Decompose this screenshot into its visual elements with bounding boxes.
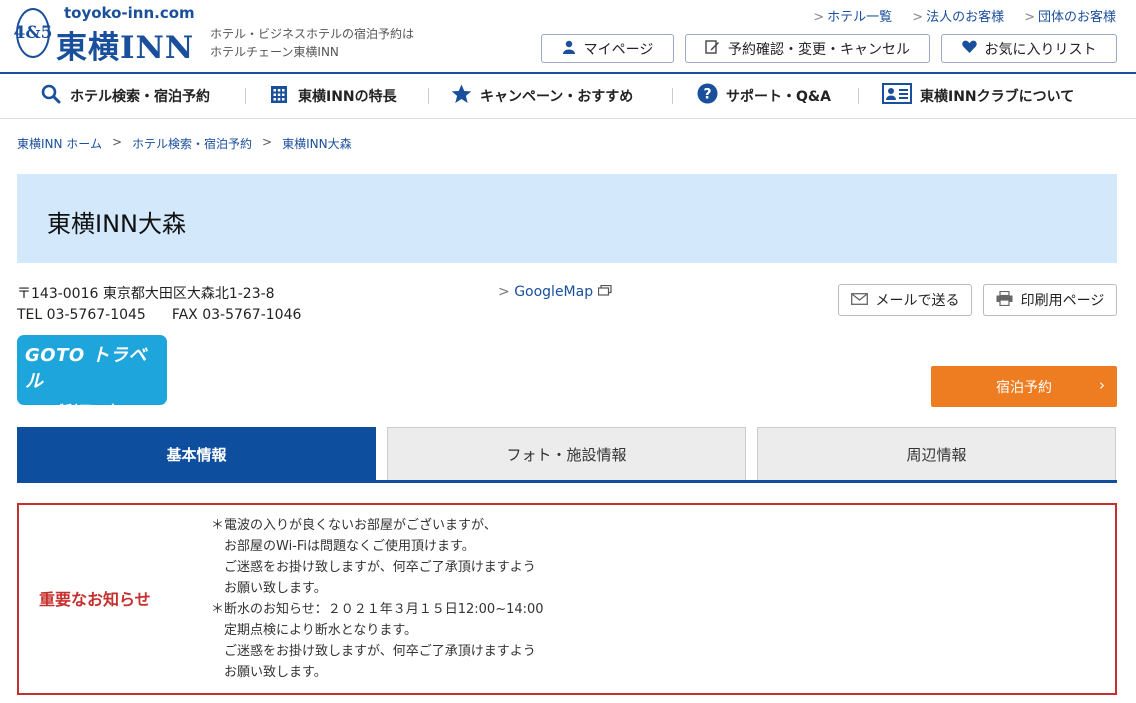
top-link-label: 団体のお客様 xyxy=(1037,10,1116,25)
nav-item-campaign[interactable]: キャンペーン・おすすめ xyxy=(450,84,633,108)
breadcrumb-separator: > xyxy=(262,135,273,149)
mail-icon xyxy=(850,291,868,309)
tab-photo-facilities[interactable]: フォト・施設情報 xyxy=(387,427,746,481)
mypage-label: マイページ xyxy=(583,41,654,58)
booking-manage-button[interactable]: 予約確認・変更・キャンセル xyxy=(685,34,930,63)
notice-line: ＊電波の入りが良くないお部屋がございますが、 xyxy=(211,518,497,533)
member-card-icon xyxy=(882,83,912,109)
notice-label: 重要なお知らせ xyxy=(39,590,151,609)
star-icon xyxy=(450,84,472,109)
hotel-tel: TEL 03-5767-1045 xyxy=(17,307,146,323)
chevron-right-icon: > xyxy=(813,10,825,25)
tab-underline xyxy=(17,480,1117,483)
nav-label: ホテル検索・宿泊予約 xyxy=(70,89,210,105)
tagline-line-2: ホテルチェーン東横INN xyxy=(210,45,339,59)
nav-divider xyxy=(858,88,859,104)
external-window-icon xyxy=(597,284,612,300)
top-link-label: ホテル一覧 xyxy=(827,10,893,25)
page-title: 東横INN大森 xyxy=(47,210,186,238)
logo-domain[interactable]: toyoko-inn.com xyxy=(64,4,195,22)
booking-manage-label: 予約確認・変更・キャンセル xyxy=(728,41,910,58)
tagline-line-1: ホテル・ビジネスホテルの宿泊予約は xyxy=(210,27,415,41)
nav-divider xyxy=(245,88,246,104)
breadcrumb-home[interactable]: 東横INN ホーム xyxy=(17,135,102,152)
hotel-address: 〒143-0016 東京都大田区大森北1-23-8 xyxy=(17,286,275,302)
breadcrumb-hotel-search[interactable]: ホテル検索・宿泊予約 xyxy=(132,135,252,152)
search-icon xyxy=(40,84,62,109)
favorites-label: お気に入りリスト xyxy=(984,41,1097,58)
nav-item-support[interactable]: ? サポート・Q&A xyxy=(696,83,831,109)
question-icon: ? xyxy=(696,83,718,109)
nav-divider xyxy=(672,88,673,104)
chevron-right-icon: > xyxy=(498,284,510,300)
top-link-corporate[interactable]: > 法人のお客様 xyxy=(912,6,1004,25)
nav-item-features[interactable]: 東横INNの特長 xyxy=(268,84,397,108)
nav-item-club[interactable]: 東横INNクラブについて xyxy=(882,83,1075,109)
building-icon xyxy=(268,84,290,109)
reserve-label: 宿泊予約 xyxy=(996,379,1052,396)
tagline: ホテル・ビジネスホテルの宿泊予約は ホテルチェーン東横INN xyxy=(210,25,430,61)
breadcrumb: 東横INN ホーム > ホテル検索・宿泊予約 > 東横INN大森 xyxy=(17,135,352,152)
tab-surroundings[interactable]: 周辺情報 xyxy=(757,427,1116,481)
goto-travel-banner[interactable]: GOTO トラベル ご利用の方へ xyxy=(17,335,167,420)
nav-label: 東横INNクラブについて xyxy=(920,89,1075,105)
send-mail-button[interactable]: メールで送る xyxy=(838,284,972,316)
top-link-hotel-list[interactable]: > ホテル一覧 xyxy=(813,6,892,25)
print-page-button[interactable]: 印刷用ページ xyxy=(983,284,1117,316)
send-mail-label: メールで送る xyxy=(875,293,960,309)
google-map-link[interactable]: > GoogleMap xyxy=(498,284,612,300)
tab-basic-info[interactable]: 基本情報 xyxy=(17,427,376,481)
notice-line: ご迷惑をお掛け致しますが、何卒ご了承頂けますよう xyxy=(211,560,536,575)
google-map-label: GoogleMap xyxy=(514,284,594,300)
hotel-contact: 〒143-0016 東京都大田区大森北1-23-8 TEL 03-5767-10… xyxy=(17,284,301,326)
notice-line: お部屋のWi-Fiは問題なくご使用頂けます。 xyxy=(211,539,475,554)
breadcrumb-current[interactable]: 東横INN大森 xyxy=(282,135,352,152)
nav-label: 東横INNの特長 xyxy=(298,89,397,105)
top-link-label: 法人のお客様 xyxy=(926,10,1005,25)
mypage-button[interactable]: マイページ xyxy=(541,34,674,63)
chevron-right-icon: > xyxy=(912,10,924,25)
nav-label: キャンペーン・おすすめ xyxy=(480,89,634,105)
printer-icon xyxy=(996,290,1013,310)
nav-item-hotel-search[interactable]: ホテル検索・宿泊予約 xyxy=(40,84,210,108)
edit-icon xyxy=(705,39,720,58)
heart-icon xyxy=(961,40,977,57)
nav-label: サポート・Q&A xyxy=(726,89,831,105)
notice-text: ＊電波の入りが良くないお部屋がございますが、 お部屋のWi-Fiは問題なくご使用… xyxy=(211,515,544,683)
reserve-button[interactable]: 宿泊予約 › xyxy=(931,366,1117,407)
svg-text:?: ? xyxy=(703,87,711,103)
chevron-right-icon: > xyxy=(1024,10,1035,25)
breadcrumb-separator: > xyxy=(111,135,123,149)
goto-subtitle: ご利用の方へ xyxy=(50,404,134,420)
chevron-right-icon: › xyxy=(1099,376,1105,394)
important-notice-box xyxy=(17,503,1117,695)
notice-line: ご迷惑をお掛け致しますが、何卒ご了承頂けますよう xyxy=(211,644,536,659)
user-icon xyxy=(562,40,576,58)
notice-line: 定期点検により断水となります。 xyxy=(211,623,418,638)
logo-brand[interactable]: 東横INN xyxy=(56,22,194,67)
notice-line: お願い致します。 xyxy=(211,665,327,680)
nav-divider xyxy=(428,88,429,104)
hotel-fax: FAX 03-5767-1046 xyxy=(171,307,302,323)
notice-line: ＊断水のお知らせ：２０２１年３月１５日12:00~14:00 xyxy=(211,602,544,617)
top-link-group[interactable]: > 団体のお客様 xyxy=(1024,6,1116,25)
goto-title: GOTO トラベル xyxy=(25,345,147,392)
print-page-label: 印刷用ページ xyxy=(1020,293,1105,309)
main-nav: ホテル検索・宿泊予約 東横INNの特長 キャンペーン・おすすめ ? サポート・Q… xyxy=(0,74,1136,119)
notice-line: お願い致します。 xyxy=(211,581,327,596)
top-links: > ホテル一覧 > 法人のお客様 > 団体のお客様 xyxy=(813,6,1116,25)
favorites-button[interactable]: お気に入りリスト xyxy=(941,34,1117,63)
logo-mark[interactable]: 4&5 xyxy=(14,8,53,58)
